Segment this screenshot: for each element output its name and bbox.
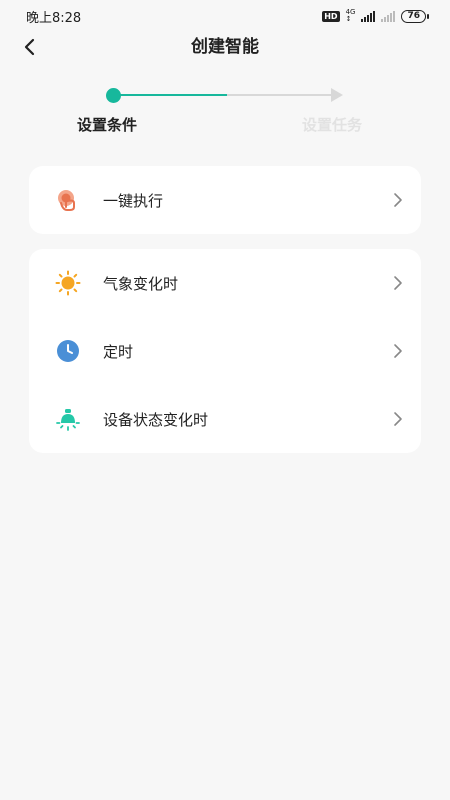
network-type: 4G ↕ [345,8,356,23]
condition-card-auto: 气象变化时 定时 设备状态变化时 [29,249,421,453]
status-bar: 晚上8:28 HD 4G ↕ 76 [0,0,450,32]
condition-label: 设备状态变化时 [103,410,209,429]
condition-timer[interactable]: 定时 [29,317,421,385]
chevron-right-icon [394,193,402,207]
stepper-track-todo [227,94,333,96]
hd-icon: HD [322,10,340,22]
status-icons: HD 4G ↕ 76 [322,8,429,23]
device-lamp-icon [56,409,80,431]
chevron-right-icon [394,412,402,426]
step-label-conditions: 设置条件 [77,116,138,134]
tap-hand-icon [58,190,75,211]
battery-icon: 76 [401,9,429,23]
chevron-right-icon [394,276,402,290]
condition-card-manual: 一键执行 [29,166,421,234]
progress-stepper: 设置条件 设置任务 [0,80,450,140]
status-time: 晚上8:28 [26,10,82,26]
stepper-arrow-icon [331,88,343,102]
signal-icon [361,10,376,22]
condition-device-state-change[interactable]: 设备状态变化时 [29,385,421,453]
condition-label: 定时 [103,342,134,361]
page-title: 创建智能 [191,37,259,57]
condition-label: 一键执行 [103,191,164,210]
sun-icon [55,270,81,296]
clock-icon [57,340,79,362]
nav-bar: 创建智能 [0,32,450,62]
signal-2-icon [381,10,396,22]
chevron-right-icon [394,344,402,358]
stepper-track-done [114,94,227,96]
condition-one-click[interactable]: 一键执行 [29,166,421,234]
stepper-current-dot [106,88,121,103]
condition-weather-change[interactable]: 气象变化时 [29,249,421,317]
step-label-tasks: 设置任务 [302,116,363,134]
condition-label: 气象变化时 [103,274,179,293]
